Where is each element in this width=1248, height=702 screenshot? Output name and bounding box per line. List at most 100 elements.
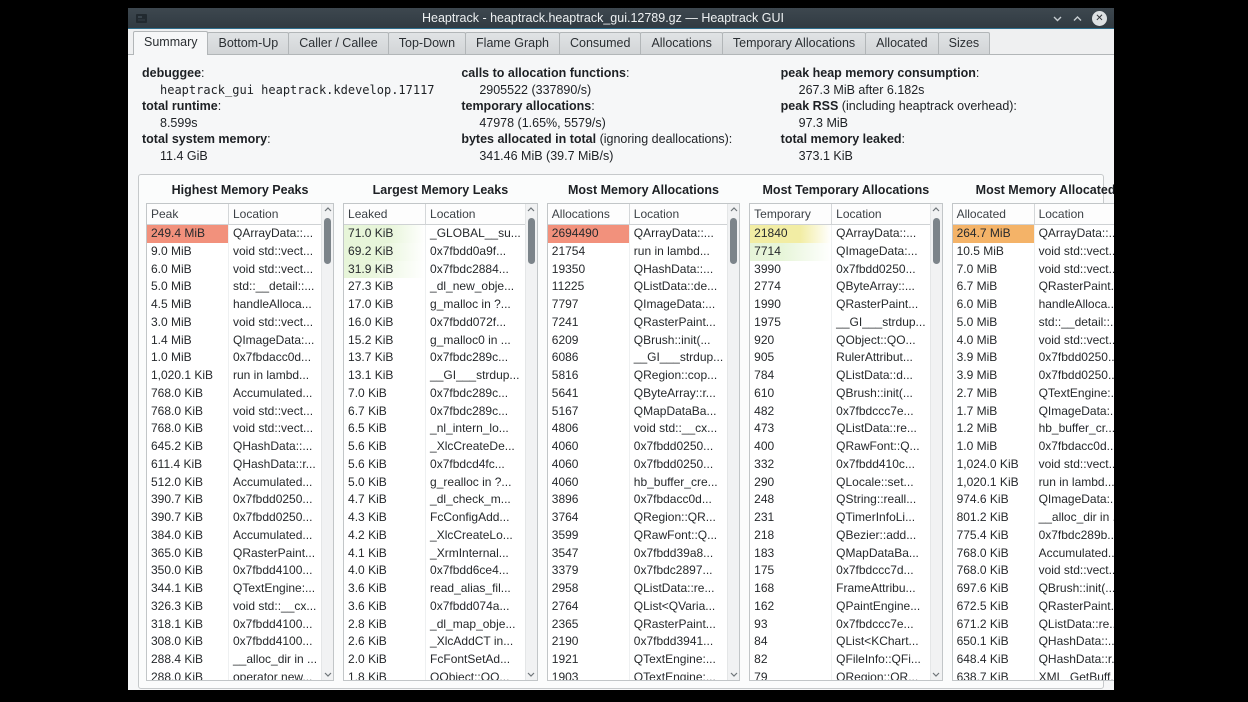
tab-caller-callee[interactable]: Caller / Callee: [288, 32, 389, 54]
table-row[interactable]: 365.0 KiBQRasterPaint...: [147, 545, 321, 563]
table-row[interactable]: 5816QRegion::cop...: [548, 367, 727, 385]
table-row[interactable]: 40600x7fbdd0250...: [548, 456, 727, 474]
table-row[interactable]: 4.0 KiB0x7fbdd6ce4...: [344, 562, 525, 580]
table-row[interactable]: 3.6 KiBread_alias_fil...: [344, 580, 525, 598]
table-row[interactable]: 27.3 KiB_dl_new_obje...: [344, 278, 525, 296]
table-row[interactable]: 318.1 KiB0x7fbdd4100...: [147, 616, 321, 634]
table-row[interactable]: 1975__GI___strdup...: [750, 314, 929, 332]
table-row[interactable]: 390.7 KiB0x7fbdd0250...: [147, 491, 321, 509]
scroll-up-icon[interactable]: [324, 207, 332, 212]
table-row[interactable]: 168FrameAttribu...: [750, 580, 929, 598]
table-row[interactable]: 7714QImageData:...: [750, 243, 929, 261]
table-row[interactable]: 218QBezier::add...: [750, 527, 929, 545]
table-row[interactable]: 71.0 KiB_GLOBAL__su...: [344, 225, 525, 243]
table-row[interactable]: 768.0 KiBvoid std::vect...: [953, 562, 1114, 580]
table-row[interactable]: 2694490QArrayData::...: [548, 225, 727, 243]
table-row[interactable]: 7241QRasterPaint...: [548, 314, 727, 332]
table-row[interactable]: 473QListData::re...: [750, 420, 929, 438]
table-row[interactable]: 1,020.1 KiBrun in lambd...: [953, 474, 1114, 492]
table-row[interactable]: 3320x7fbdd410c...: [750, 456, 929, 474]
table-row[interactable]: 344.1 KiBQTextEngine:...: [147, 580, 321, 598]
table-row[interactable]: 82QFileInfo::QFi...: [750, 651, 929, 669]
scroll-up-icon[interactable]: [730, 207, 738, 212]
table-row[interactable]: 350.0 KiB0x7fbdd4100...: [147, 562, 321, 580]
table-row[interactable]: 1990QRasterPaint...: [750, 296, 929, 314]
table-row[interactable]: 162QPaintEngine...: [750, 598, 929, 616]
table-row[interactable]: 6.7 MiBQRasterPaint...: [953, 278, 1114, 296]
table-row[interactable]: 400QRawFont::Q...: [750, 438, 929, 456]
table-row[interactable]: 920QObject::QO...: [750, 332, 929, 350]
scrollbar-thumb[interactable]: [324, 218, 331, 264]
scroll-down-icon[interactable]: [527, 672, 535, 677]
table-row[interactable]: 671.2 KiBQListData::re...: [953, 616, 1114, 634]
table-row[interactable]: 35470x7fbdd39a8...: [548, 545, 727, 563]
value-column-header[interactable]: Allocations: [548, 204, 630, 224]
table-row[interactable]: 16.0 KiB0x7fbdd072f...: [344, 314, 525, 332]
table-row[interactable]: 6086__GI___strdup...: [548, 349, 727, 367]
table-row[interactable]: 3.0 MiBvoid std::vect...: [147, 314, 321, 332]
table-row[interactable]: 4.0 MiBvoid std::vect...: [953, 332, 1114, 350]
scroll-up-icon[interactable]: [527, 207, 535, 212]
table-row[interactable]: 768.0 KiBAccumulated...: [147, 385, 321, 403]
table-row[interactable]: 650.1 KiBQHashData::...: [953, 633, 1114, 651]
table-row[interactable]: 610QBrush::init(...: [750, 385, 929, 403]
table-row[interactable]: 4.7 KiB_dl_check_m...: [344, 491, 525, 509]
scrollbar[interactable]: [930, 204, 942, 680]
table-row[interactable]: 3599QRawFont::Q...: [548, 527, 727, 545]
table-row[interactable]: 5.0 MiBstd::__detail::...: [147, 278, 321, 296]
scrollbar[interactable]: [525, 204, 537, 680]
table-row[interactable]: 1,020.1 KiBrun in lambd...: [147, 367, 321, 385]
table-row[interactable]: 308.0 KiB0x7fbdd4100...: [147, 633, 321, 651]
minimize-icon[interactable]: [1052, 14, 1063, 23]
table-row[interactable]: 326.3 KiBvoid std::__cx...: [147, 598, 321, 616]
table-row[interactable]: 638.7 KiBXML_GetBuff...: [953, 669, 1114, 680]
location-column-header[interactable]: Location: [229, 205, 321, 223]
table-row[interactable]: 4.5 MiBhandleAlloca...: [147, 296, 321, 314]
scrollbar-thumb[interactable]: [528, 218, 535, 264]
scrollbar[interactable]: [727, 204, 739, 680]
table-row[interactable]: 6.7 KiB0x7fbdc289c...: [344, 403, 525, 421]
table-row[interactable]: 974.6 KiBQImageData:...: [953, 491, 1114, 509]
table-row[interactable]: 7.0 KiB0x7fbdc289c...: [344, 385, 525, 403]
table-row[interactable]: 2.8 KiB_dl_map_obje...: [344, 616, 525, 634]
table-row[interactable]: 6.0 MiBvoid std::vect...: [147, 261, 321, 279]
table-row[interactable]: 384.0 KiBAccumulated...: [147, 527, 321, 545]
table-row[interactable]: 390.7 KiB0x7fbdd0250...: [147, 509, 321, 527]
scroll-up-icon[interactable]: [932, 207, 940, 212]
table-row[interactable]: 13.1 KiB__GI___strdup...: [344, 367, 525, 385]
table-row[interactable]: 1.7 MiBQImageData:...: [953, 403, 1114, 421]
table-row[interactable]: 512.0 KiBAccumulated...: [147, 474, 321, 492]
table-row[interactable]: 1750x7fbdccc7d...: [750, 562, 929, 580]
table-row[interactable]: 4060hb_buffer_cre...: [548, 474, 727, 492]
table-row[interactable]: 11225QListData::de...: [548, 278, 727, 296]
table-row[interactable]: 5.6 KiB_XlcCreateDe...: [344, 438, 525, 456]
table-row[interactable]: 21754run in lambd...: [548, 243, 727, 261]
tab-summary[interactable]: Summary: [133, 31, 208, 55]
table-row[interactable]: 2365QRasterPaint...: [548, 616, 727, 634]
tab-top-down[interactable]: Top-Down: [388, 32, 466, 54]
value-column-header[interactable]: Temporary: [750, 204, 832, 224]
table-row[interactable]: 775.4 KiB0x7fbdc289b...: [953, 527, 1114, 545]
table-row[interactable]: 31.9 KiB0x7fbdc2884...: [344, 261, 525, 279]
location-column-header[interactable]: Location: [426, 205, 525, 223]
table-row[interactable]: 249.4 MiBQArrayData::...: [147, 225, 321, 243]
table-row[interactable]: 2.0 KiBFcFontSetAd...: [344, 651, 525, 669]
table-row[interactable]: 1.0 MiB0x7fbdacc0d...: [953, 438, 1114, 456]
table-row[interactable]: 264.7 MiBQArrayData::...: [953, 225, 1114, 243]
table-row[interactable]: 79QRegion::QR...: [750, 669, 929, 680]
table-row[interactable]: 2774QByteArray::...: [750, 278, 929, 296]
table-row[interactable]: 905RulerAttribut...: [750, 349, 929, 367]
table-row[interactable]: 5167QMapDataBa...: [548, 403, 727, 421]
table-row[interactable]: 2764QList<QVaria...: [548, 598, 727, 616]
table-row[interactable]: 84QList<KChart...: [750, 633, 929, 651]
tab-sizes[interactable]: Sizes: [938, 32, 991, 54]
table-row[interactable]: 1903QTextEngine:...: [548, 669, 727, 680]
scroll-down-icon[interactable]: [730, 672, 738, 677]
table-row[interactable]: 21900x7fbdd3941...: [548, 633, 727, 651]
table-row[interactable]: 231QTimerInfoLi...: [750, 509, 929, 527]
table-row[interactable]: 248QString::reall...: [750, 491, 929, 509]
table-row[interactable]: 2958QListData::re...: [548, 580, 727, 598]
table-row[interactable]: 3.9 MiB0x7fbdd0250...: [953, 349, 1114, 367]
table-row[interactable]: 13.7 KiB0x7fbdc289c...: [344, 349, 525, 367]
table-row[interactable]: 1921QTextEngine:...: [548, 651, 727, 669]
